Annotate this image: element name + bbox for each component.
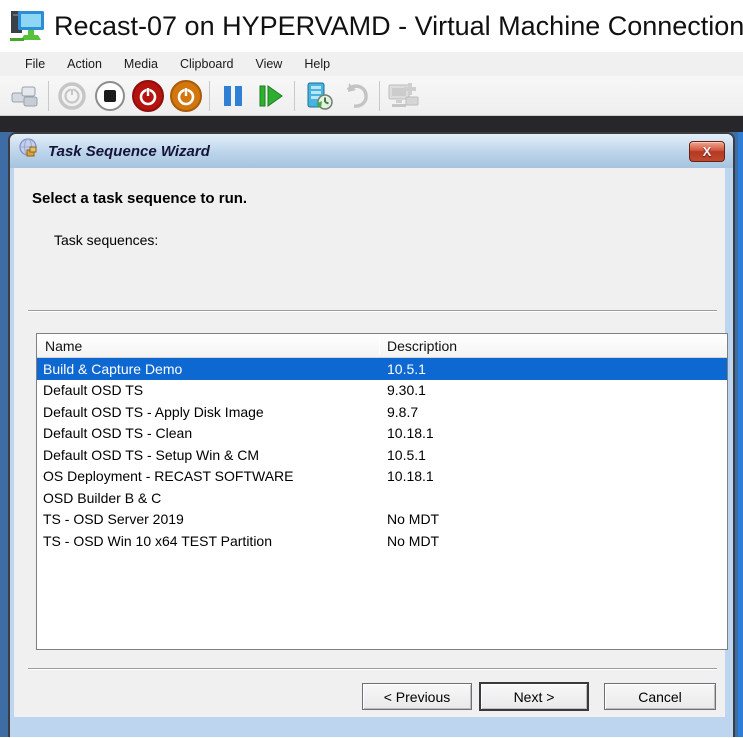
turn-off-icon[interactable] — [129, 79, 167, 113]
task-sequence-wizard-dialog: Task Sequence Wizard X Select a task seq… — [8, 132, 735, 737]
toolbar — [0, 76, 743, 116]
table-row[interactable]: OSD Builder B & C — [37, 487, 727, 509]
toolbar-separator — [379, 81, 380, 111]
dialog-content: Select a task sequence to run. Task sequ… — [10, 168, 733, 737]
window-titlebar: Recast-07 on HYPERVAMD - Virtual Machine… — [0, 0, 743, 52]
pause-icon[interactable] — [214, 79, 252, 113]
task-sequence-list[interactable]: Name Description Build & Capture Demo 10… — [36, 333, 728, 650]
separator — [28, 310, 717, 312]
menu-bar: File Action Media Clipboard View Help — [0, 52, 743, 76]
shut-down-icon[interactable] — [167, 79, 205, 113]
revert-icon — [337, 79, 375, 113]
menu-action[interactable]: Action — [56, 54, 113, 74]
ctrl-alt-del-icon[interactable] — [6, 79, 44, 113]
vm-display-area: Task Sequence Wizard X Select a task seq… — [0, 116, 743, 737]
checkpoint-icon[interactable] — [299, 79, 337, 113]
menu-file[interactable]: File — [14, 54, 56, 74]
table-row[interactable]: Default OSD TS - Setup Win & CM 10.5.1 — [37, 444, 727, 466]
toolbar-separator — [48, 81, 49, 111]
cancel-button[interactable]: Cancel — [604, 683, 716, 710]
list-header: Name Description — [37, 334, 727, 358]
column-divider[interactable] — [379, 336, 380, 355]
task-sequences-label: Task sequences: — [54, 232, 158, 248]
table-row[interactable]: Default OSD TS - Apply Disk Image 9.8.7 — [37, 401, 727, 423]
table-row[interactable]: Default OSD TS 9.30.1 — [37, 380, 727, 402]
stop-icon[interactable] — [91, 79, 129, 113]
toolbar-separator — [209, 81, 210, 111]
menu-view[interactable]: View — [244, 54, 293, 74]
column-header-name[interactable]: Name — [37, 338, 379, 354]
table-row[interactable]: TS - OSD Win 10 x64 TEST Partition No MD… — [37, 530, 727, 552]
resume-icon[interactable] — [252, 79, 290, 113]
window-title: Recast-07 on HYPERVAMD - Virtual Machine… — [54, 11, 743, 42]
table-row[interactable]: Default OSD TS - Clean 10.18.1 — [37, 423, 727, 445]
power-on-icon — [53, 79, 91, 113]
column-header-description[interactable]: Description — [379, 338, 457, 354]
vm-screen-top-band — [0, 116, 743, 132]
next-button[interactable]: Next > — [480, 683, 588, 710]
menu-help[interactable]: Help — [293, 54, 341, 74]
table-row[interactable]: OS Deployment - RECAST SOFTWARE 10.18.1 — [37, 466, 727, 488]
page-title: Select a task sequence to run. — [32, 190, 247, 207]
toolbar-separator — [294, 81, 295, 111]
separator — [28, 668, 717, 670]
task-sequence-wizard-icon — [18, 138, 40, 165]
enhanced-session-icon — [384, 79, 422, 113]
menu-media[interactable]: Media — [113, 54, 169, 74]
table-row[interactable]: Build & Capture Demo 10.5.1 — [37, 358, 727, 380]
dialog-title: Task Sequence Wizard — [48, 143, 210, 160]
table-row[interactable]: TS - OSD Server 2019 No MDT — [37, 509, 727, 531]
previous-button[interactable]: < Previous — [362, 683, 472, 710]
menu-clipboard[interactable]: Clipboard — [169, 54, 245, 74]
hyperv-vm-icon — [8, 5, 46, 48]
close-icon[interactable]: X — [689, 141, 725, 162]
vm-screen-right-band — [738, 132, 743, 737]
dialog-titlebar[interactable]: Task Sequence Wizard X — [10, 134, 733, 168]
